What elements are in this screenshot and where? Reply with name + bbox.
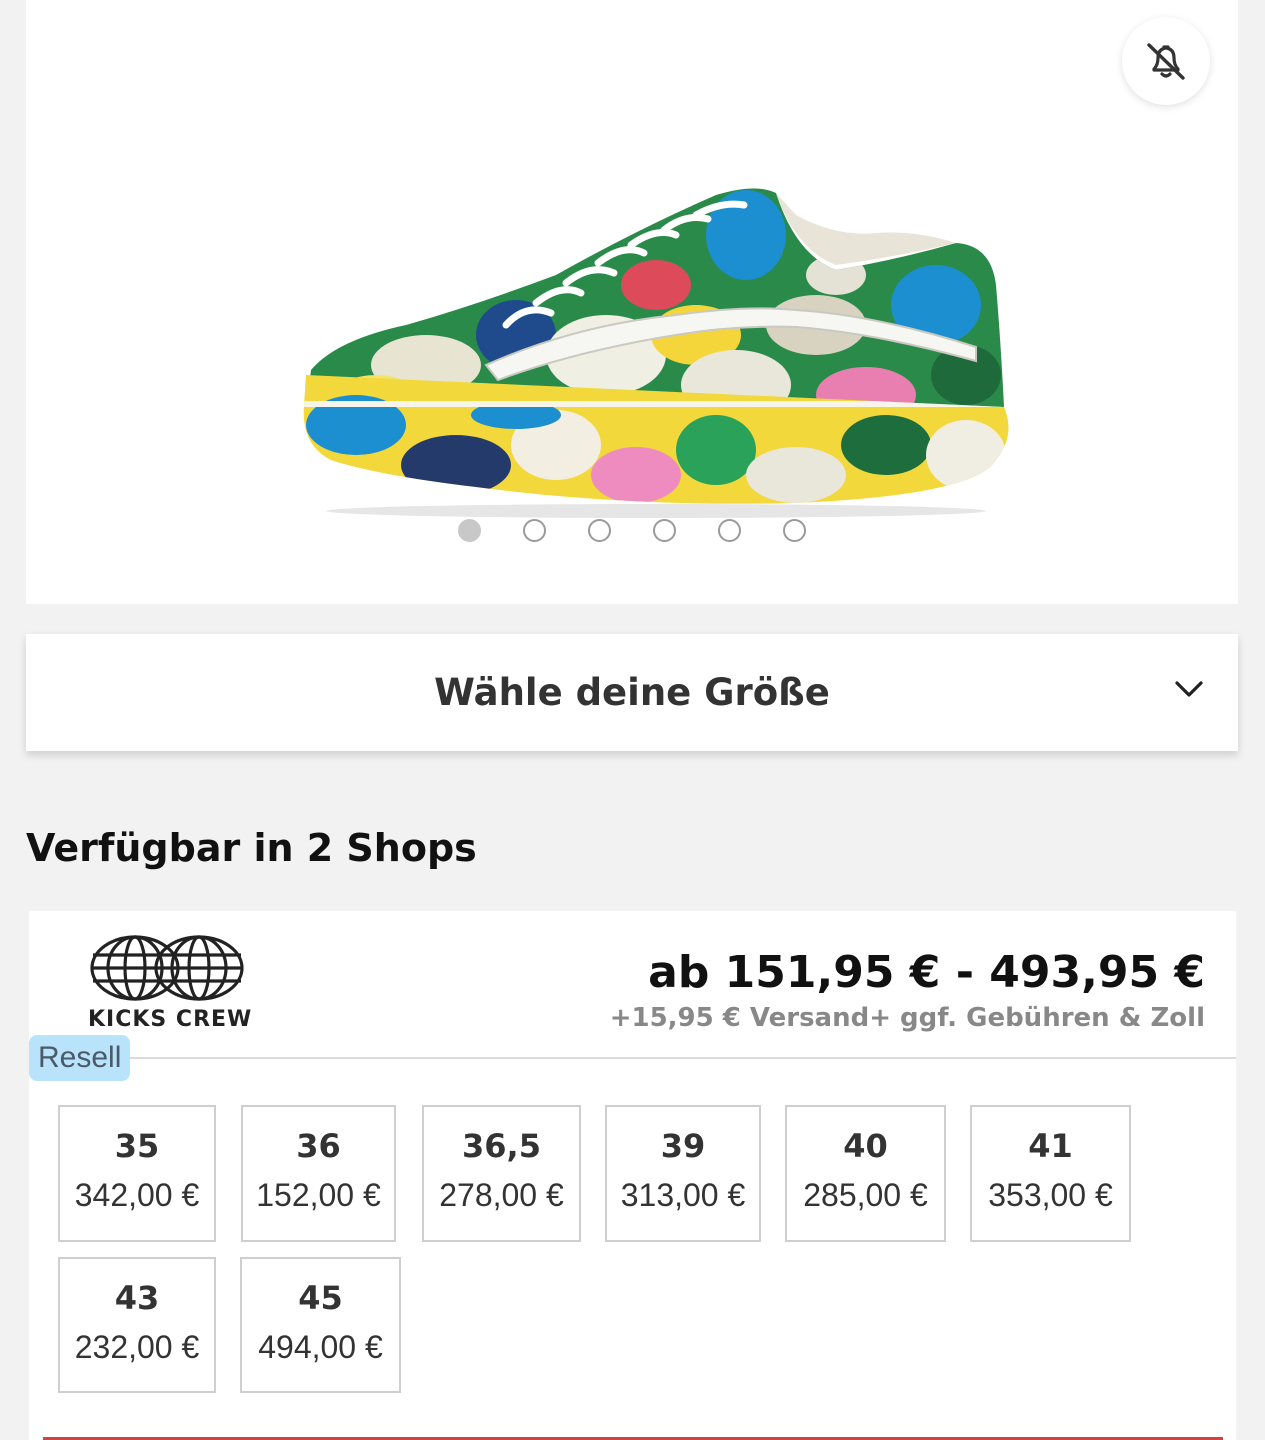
gallery-dot[interactable]: [523, 519, 546, 542]
size-value: 36,5: [462, 1127, 541, 1165]
size-price: 278,00 €: [439, 1177, 564, 1213]
size-price: 494,00 €: [258, 1329, 383, 1365]
shop-offer-card[interactable]: KICKS CREW ab 151,95 € - 493,95 € +15,95…: [29, 911, 1236, 1440]
size-price: 353,00 €: [988, 1177, 1113, 1213]
size-value: 39: [660, 1127, 706, 1165]
size-value: 40: [843, 1127, 888, 1165]
size-price: 313,00 €: [620, 1177, 746, 1213]
size-price: 285,00 €: [803, 1177, 928, 1213]
size-value: 35: [114, 1127, 160, 1165]
shipping-info: +15,95 € Versand+ ggf. Gebühren & Zoll: [609, 1003, 1205, 1033]
size-option[interactable]: 41 353,00 €: [970, 1105, 1131, 1242]
size-value: 45: [298, 1279, 343, 1317]
size-option[interactable]: 40 285,00 €: [785, 1105, 946, 1242]
chevron-down-icon: [1175, 681, 1203, 697]
kicks-crew-logo-text: KICKS CREW: [88, 1007, 253, 1032]
card-divider: [29, 1057, 1236, 1059]
size-option[interactable]: 43 232,00 €: [58, 1257, 216, 1393]
bell-off-icon: [1147, 43, 1185, 80]
gallery-dot[interactable]: [653, 519, 676, 542]
gallery-dot[interactable]: [458, 519, 481, 542]
size-option[interactable]: 35 342,00 €: [58, 1105, 216, 1242]
gallery-dot[interactable]: [783, 519, 806, 542]
product-image-sneaker: [303, 188, 1009, 518]
size-select-dropdown[interactable]: Wähle deine Größe: [26, 634, 1238, 751]
size-price: 152,00 €: [256, 1177, 381, 1213]
size-option[interactable]: 36 152,00 €: [241, 1105, 396, 1242]
size-option[interactable]: 39 313,00 €: [605, 1105, 761, 1242]
notification-toggle-button[interactable]: [1122, 17, 1210, 105]
gallery-pagination: [458, 519, 806, 542]
resell-badge: Resell: [29, 1035, 131, 1081]
size-select-label: Wähle deine Größe: [434, 671, 830, 714]
size-value: 43: [114, 1279, 160, 1317]
availability-heading: Verfügbar in 2 Shops: [26, 826, 477, 870]
size-value: 41: [1028, 1127, 1073, 1165]
product-gallery[interactable]: [26, 0, 1238, 604]
size-price: 342,00 €: [74, 1177, 200, 1213]
gallery-dot[interactable]: [718, 519, 741, 542]
gallery-dot[interactable]: [588, 519, 611, 542]
price-range: ab 151,95 € - 493,95 €: [648, 947, 1205, 998]
size-option[interactable]: 36,5 278,00 €: [422, 1105, 581, 1242]
size-value: 36: [296, 1127, 341, 1165]
size-option[interactable]: 45 494,00 €: [240, 1257, 401, 1393]
size-price: 232,00 €: [74, 1329, 200, 1365]
